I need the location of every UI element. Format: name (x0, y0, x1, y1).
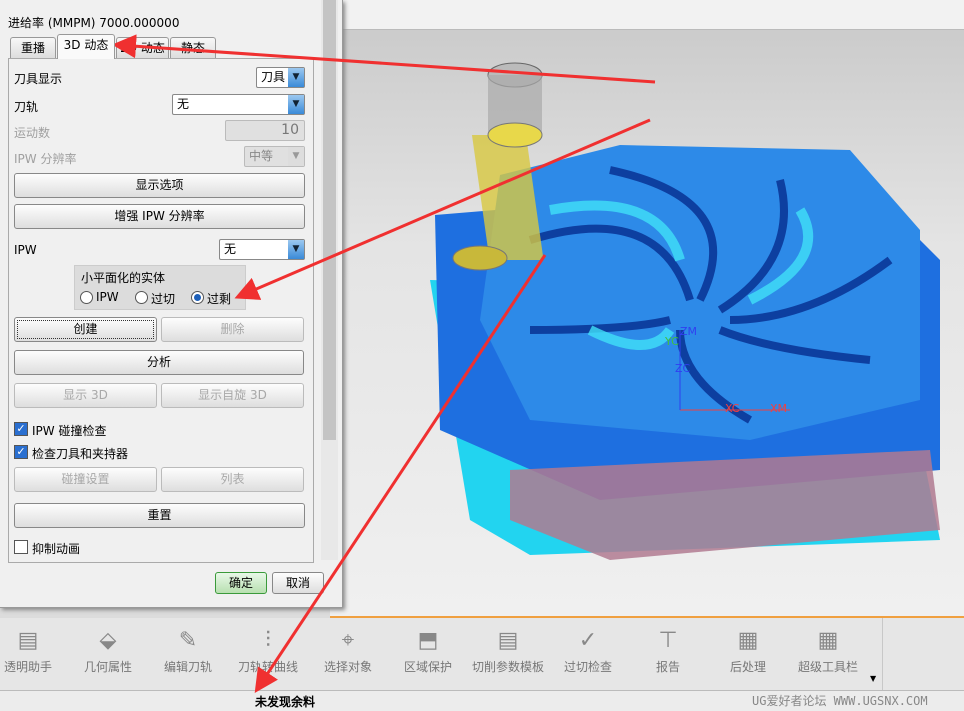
toolbar-item-gouge-check[interactable]: ✓ 过切检查 (548, 618, 628, 675)
axis-label-zm: ZM (680, 325, 697, 338)
tab-2d-dynamic[interactable]: 2D 动态 (116, 37, 169, 59)
toolbar-label: 切削参数模板 (471, 660, 544, 674)
radio-undercut[interactable] (135, 291, 148, 304)
status-bar: 未发现余料 UG爱好者论坛 WWW.UGSNX.COM (0, 690, 964, 711)
crosshair-icon: ⌖ (341, 628, 355, 653)
tool-report-icon: ⊤ (658, 628, 678, 653)
wrench-icon: ✎ (178, 628, 198, 653)
toolpath-value: 无 (177, 97, 190, 111)
machined-part-model: ZM YC ZC XC XM (430, 62, 940, 560)
toolpath-curve-icon: ⫶ (265, 628, 271, 653)
chevron-down-icon: ▼ (288, 68, 304, 87)
toolbar-label: 后处理 (729, 660, 766, 674)
ipw-select[interactable]: 无 ▼ (219, 239, 305, 260)
bottom-toolbar: ▤ 透明助手 ⬙ 几何属性 ✎ 编辑刀轨 ⫶ 刀轨转曲线 ⌖ 选择对象 ⬒ 区域保护 ▤ 切削… (0, 618, 964, 690)
chevron-down-icon: ▼ (288, 147, 304, 166)
faceted-solid-label: 小平面化的实体 (81, 271, 166, 285)
region-icon: ⬒ (417, 628, 439, 653)
toolbar-item-region-protect[interactable]: ⬒ 区域保护 (388, 618, 468, 675)
ipw-label: IPW (14, 243, 37, 257)
delete-button[interactable]: 删除 (161, 317, 304, 342)
radio-ipw-label: IPW (96, 290, 119, 304)
tool-display-select[interactable]: 刀具 ▼ (256, 67, 305, 88)
radio-undercut-label: 过切 (151, 292, 176, 306)
radio-overcut-label: 过剩 (207, 292, 232, 306)
ipw-collision-checkbox[interactable]: ✓ (14, 422, 28, 436)
check-tool-holder-label: 检查刀具和夹持器 (32, 447, 129, 461)
tab-3d-dynamic[interactable]: 3D 动态 (57, 34, 115, 59)
radio-ipw[interactable] (80, 291, 93, 304)
toolbar-item-postprocess[interactable]: ▦ 后处理 (708, 618, 788, 675)
analyze-button[interactable]: 分析 (14, 350, 304, 375)
toolbar-item-transparent-assistant[interactable]: ▤ 透明助手 (0, 618, 68, 675)
chevron-down-icon: ▼ (288, 95, 304, 114)
display-options-button[interactable]: 显示选项 (14, 173, 305, 198)
axis-label-zc: ZC (675, 362, 691, 375)
toolbar-item-cut-param-template[interactable]: ▤ 切削参数模板 (468, 618, 548, 675)
ipw-collision-label: IPW 碰撞检查 (32, 424, 107, 438)
toolbar-label: 报告 (655, 660, 680, 674)
suppress-animation-checkbox[interactable] (14, 540, 28, 554)
grid-icon: ▦ (817, 628, 839, 653)
axis-label-xm: XM (770, 402, 787, 415)
faceted-solid-group: 小平面化的实体 IPW 过切 过剩 (74, 265, 246, 310)
ipw-resolution-label: IPW 分辨率 (14, 152, 77, 166)
tool-display-value: 刀具 (261, 70, 286, 84)
toolbar-label: 编辑刀轨 (163, 660, 212, 674)
geometry-icon: ⬙ (99, 628, 117, 653)
watermark: UG爱好者论坛 WWW.UGSNX.COM (752, 694, 928, 708)
radio-overcut[interactable] (191, 291, 204, 304)
create-button[interactable]: 创建 (14, 317, 157, 342)
graphics-viewport[interactable]: ZM YC ZC XC XM (330, 0, 964, 618)
toolbar-label: 选择对象 (323, 660, 372, 674)
suppress-animation-label: 抑制动画 (32, 542, 81, 556)
motions-label: 运动数 (14, 126, 51, 140)
chevron-down-icon: ▼ (288, 240, 304, 259)
toolbar-item-report[interactable]: ⊤ 报告 (628, 618, 708, 675)
tab-static[interactable]: 静态 (170, 37, 216, 59)
refine-ipw-resolution-button[interactable]: 增强 IPW 分辨率 (14, 204, 305, 229)
toolbar-divider (882, 618, 883, 690)
toolbar-item-edit-toolpath[interactable]: ✎ 编辑刀轨 (148, 618, 228, 675)
toolbar-item-toolpath-to-curve[interactable]: ⫶ 刀轨转曲线 (228, 618, 308, 675)
gouge-check-icon: ✓ (578, 628, 598, 653)
toolbar-label: 区域保护 (403, 660, 452, 674)
ipw-resolution-value: 中等 (249, 149, 274, 163)
ok-button[interactable]: 确定 (215, 572, 267, 594)
check-tool-holder-checkbox[interactable]: ✓ (14, 445, 28, 459)
def-template-icon: ▤ (497, 628, 519, 653)
dialog-scrollbar-thumb[interactable] (323, 0, 336, 440)
motions-input[interactable]: 10 (225, 120, 305, 141)
toolbar-label: 超级工具栏 (797, 660, 858, 674)
toolpath-label: 刀轨 (14, 100, 39, 114)
toolbar-label: 刀轨转曲线 (237, 660, 298, 674)
reset-button[interactable]: 重置 (14, 503, 305, 528)
axis-label-yc: YC (664, 335, 679, 348)
def-document-icon: ▤ (17, 628, 39, 653)
tool-display-label: 刀具显示 (14, 72, 63, 86)
cancel-button[interactable]: 取消 (272, 572, 324, 594)
ipw-value: 无 (224, 242, 237, 256)
axis-label-xc: XC (725, 402, 740, 415)
collision-settings-button[interactable]: 碰撞设置 (14, 467, 157, 492)
toolpath-select[interactable]: 无 ▼ (172, 94, 305, 115)
show-3d-button[interactable]: 显示 3D (14, 383, 157, 408)
show-spin-3d-button[interactable]: 显示自旋 3D (161, 383, 304, 408)
toolbar-label: 几何属性 (83, 660, 132, 674)
toolpath-visualization-dialog: 进给率 (MMPM) 7000.000000 重播 3D 动态 2D 动态 静态… (0, 0, 343, 608)
toolbar-label: 透明助手 (3, 660, 52, 674)
toolbar-label: 过切检查 (563, 660, 612, 674)
status-message: 未发现余料 (255, 695, 316, 709)
toolbar-overflow-icon[interactable]: ▼ (870, 674, 876, 683)
toolbar-item-geometry-properties[interactable]: ⬙ 几何属性 (68, 618, 148, 675)
list-button[interactable]: 列表 (161, 467, 304, 492)
document-icon: ▦ (737, 628, 759, 653)
toolbar-item-super-toolbar[interactable]: ▦ 超级工具栏 (788, 618, 868, 675)
feedrate-label: 进给率 (MMPM) 7000.000000 (8, 16, 180, 30)
tab-replay[interactable]: 重播 (10, 37, 56, 59)
ipw-resolution-select[interactable]: 中等 ▼ (244, 146, 305, 167)
toolbar-item-select-object[interactable]: ⌖ 选择对象 (308, 618, 388, 675)
